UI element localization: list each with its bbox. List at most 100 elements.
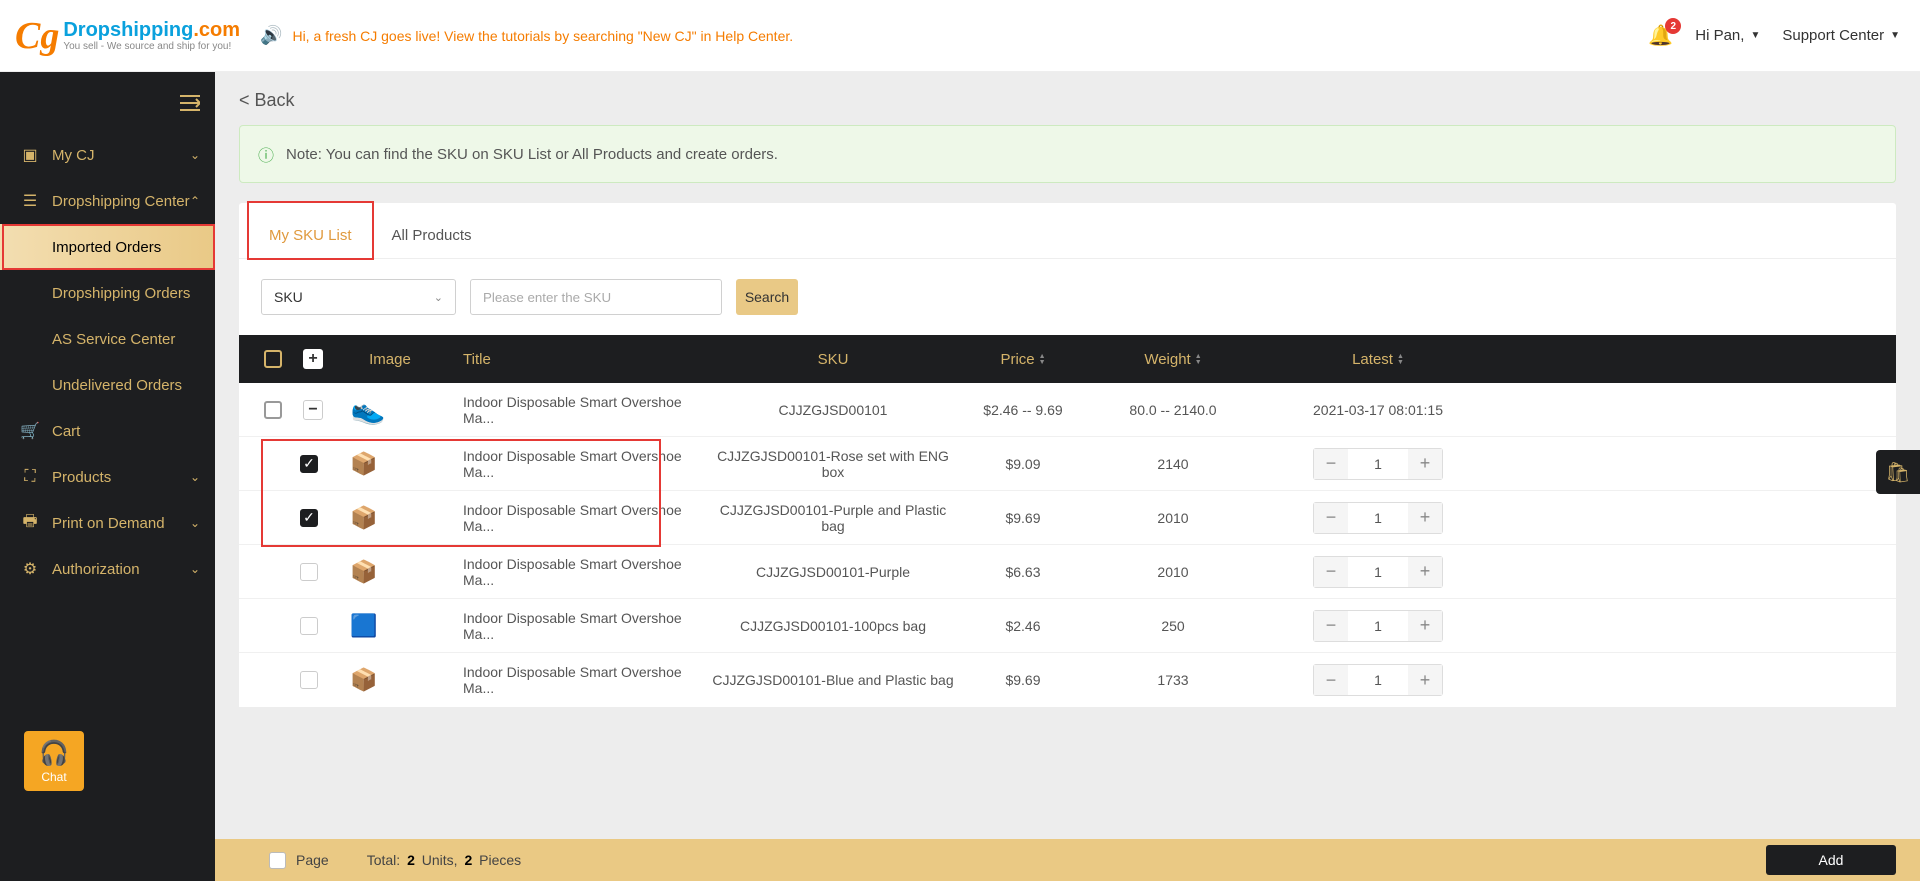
qty-minus-button[interactable]: −: [1314, 665, 1348, 695]
sidebar-item-undelivered[interactable]: Undelivered Orders: [0, 362, 215, 408]
product-image: 📦: [343, 499, 385, 537]
back-link[interactable]: < Back: [215, 72, 1920, 125]
search-type-dropdown[interactable]: SKU ⌄: [261, 279, 456, 315]
qty-minus-button[interactable]: −: [1314, 611, 1348, 641]
select-all-checkbox[interactable]: [264, 350, 282, 368]
quantity-stepper: −1+: [1313, 610, 1443, 642]
sidebar-item-auth[interactable]: ⚙ Authorization ⌄: [0, 546, 215, 592]
qty-plus-button[interactable]: +: [1408, 611, 1442, 641]
row-sku: CJJZGJSD00101-Blue and Plastic bag: [708, 672, 958, 688]
logo[interactable]: Cg Dropshipping.com You sell - We source…: [15, 17, 240, 55]
caret-down-icon: ▼: [1890, 30, 1900, 41]
sidebar-item-products[interactable]: ⛶ Products ⌄: [0, 454, 215, 500]
row-weight: 2010: [1088, 564, 1258, 580]
row-weight: 2010: [1088, 510, 1258, 526]
row-title: Indoor Disposable Smart Overshoe Ma...: [433, 394, 708, 426]
row-title: Indoor Disposable Smart Overshoe Ma...: [433, 610, 708, 642]
bell-badge: 2: [1665, 18, 1681, 34]
user-menu[interactable]: Hi Pan, ▼: [1695, 27, 1760, 44]
qty-plus-button[interactable]: +: [1408, 449, 1442, 479]
row-checkbox[interactable]: [300, 563, 318, 581]
th-sku: SKU: [708, 351, 958, 368]
tabs: My SKU List All Products: [239, 203, 1896, 259]
sidebar-item-cart[interactable]: 🛒 Cart: [0, 408, 215, 454]
table-row: ✓ 📦 Indoor Disposable Smart Overshoe Ma.…: [239, 491, 1896, 545]
table-row-parent: − 👟 Indoor Disposable Smart Overshoe Ma.…: [239, 383, 1896, 437]
notifications-bell[interactable]: 🔔 2: [1648, 23, 1673, 48]
tab-all-products[interactable]: All Products: [372, 213, 492, 258]
qty-minus-button[interactable]: −: [1314, 449, 1348, 479]
floating-cart-button[interactable]: 🛍: [1876, 450, 1920, 494]
add-button[interactable]: Add: [1766, 845, 1896, 875]
box-icon: ⛶: [20, 468, 40, 486]
qty-value[interactable]: 1: [1348, 564, 1408, 580]
qty-plus-button[interactable]: +: [1408, 503, 1442, 533]
row-sku: CJJZGJSD00101: [708, 402, 958, 418]
qty-plus-button[interactable]: +: [1408, 665, 1442, 695]
qty-value[interactable]: 1: [1348, 510, 1408, 526]
bag-icon: 🛍: [1885, 460, 1910, 485]
search-row: SKU ⌄ Search: [239, 259, 1896, 335]
panel: My SKU List All Products SKU ⌄ Search +: [239, 203, 1896, 707]
th-weight[interactable]: Weight▲▼: [1088, 351, 1258, 368]
search-button[interactable]: Search: [736, 279, 798, 315]
th-price[interactable]: Price▲▼: [958, 351, 1088, 368]
tab-my-sku-list[interactable]: My SKU List: [249, 213, 372, 258]
chevron-up-icon: ⌃: [190, 194, 200, 208]
collapse-button[interactable]: −: [303, 400, 323, 420]
sidebar-item-my-cj[interactable]: ▣ My CJ ⌄: [0, 132, 215, 178]
chevron-down-icon: ⌄: [190, 516, 200, 530]
qty-plus-button[interactable]: +: [1408, 557, 1442, 587]
info-icon: ⓘ: [258, 142, 274, 166]
th-latest[interactable]: Latest▲▼: [1258, 351, 1498, 368]
page-checkbox[interactable]: [269, 852, 286, 869]
chat-button[interactable]: 🎧 Chat: [24, 731, 84, 791]
chevron-down-icon: ⌄: [190, 470, 200, 484]
row-checkbox[interactable]: ✓: [300, 455, 318, 473]
sku-search-input[interactable]: [470, 279, 722, 315]
row-price: $6.63: [958, 564, 1088, 580]
sidebar-label: Products: [52, 469, 190, 486]
qty-value[interactable]: 1: [1348, 672, 1408, 688]
th-title: Title: [433, 351, 708, 368]
row-sku: CJJZGJSD00101-Purple and Plastic bag: [708, 502, 958, 534]
sidebar-item-dropshipping-center[interactable]: ☰ Dropshipping Center ⌃: [0, 178, 215, 224]
sidebar-item-as-service[interactable]: AS Service Center: [0, 316, 215, 362]
sidebar-item-dropshipping-orders[interactable]: Dropshipping Orders: [0, 270, 215, 316]
sidebar-item-imported-orders[interactable]: Imported Orders: [0, 224, 215, 270]
support-center-link[interactable]: Support Center ▼: [1782, 27, 1900, 44]
product-image: 📦: [343, 445, 385, 483]
row-checkbox[interactable]: [264, 401, 282, 419]
sidebar-toggle[interactable]: [0, 72, 215, 132]
page-label: Page: [296, 852, 329, 868]
sidebar-label: Print on Demand: [52, 515, 190, 532]
units-value: 2: [407, 852, 415, 868]
sidebar-sub-label: Undelivered Orders: [52, 377, 182, 394]
row-checkbox[interactable]: [300, 617, 318, 635]
row-checkbox[interactable]: [300, 671, 318, 689]
support-label: Support Center: [1782, 27, 1884, 44]
sidebar-label: My CJ: [52, 147, 190, 164]
table-row: 📦 Indoor Disposable Smart Overshoe Ma...…: [239, 545, 1896, 599]
row-title: Indoor Disposable Smart Overshoe Ma...: [433, 556, 708, 588]
product-image: 🟦: [343, 607, 385, 645]
tab-label: My SKU List: [269, 227, 352, 244]
qty-minus-button[interactable]: −: [1314, 557, 1348, 587]
row-title: Indoor Disposable Smart Overshoe Ma...: [433, 502, 708, 534]
qty-minus-button[interactable]: −: [1314, 503, 1348, 533]
header-announcement[interactable]: Hi, a fresh CJ goes live! View the tutor…: [292, 28, 793, 44]
expand-all-button[interactable]: +: [303, 349, 323, 369]
sidebar-label: Authorization: [52, 561, 190, 578]
sidebar-item-pod[interactable]: 🖶 Print on Demand ⌄: [0, 500, 215, 546]
dashboard-icon: ▣: [20, 145, 40, 165]
note-text: Note: You can find the SKU on SKU List o…: [286, 146, 778, 163]
chevron-down-icon: ⌄: [190, 148, 200, 162]
qty-value[interactable]: 1: [1348, 456, 1408, 472]
product-image: 👟: [347, 391, 389, 429]
tab-label: All Products: [392, 227, 472, 244]
sidebar: ▣ My CJ ⌄ ☰ Dropshipping Center ⌃ Import…: [0, 72, 215, 881]
qty-value[interactable]: 1: [1348, 618, 1408, 634]
row-sku: CJJZGJSD00101-Rose set with ENG box: [708, 448, 958, 480]
row-price: $9.09: [958, 456, 1088, 472]
row-checkbox[interactable]: ✓: [300, 509, 318, 527]
